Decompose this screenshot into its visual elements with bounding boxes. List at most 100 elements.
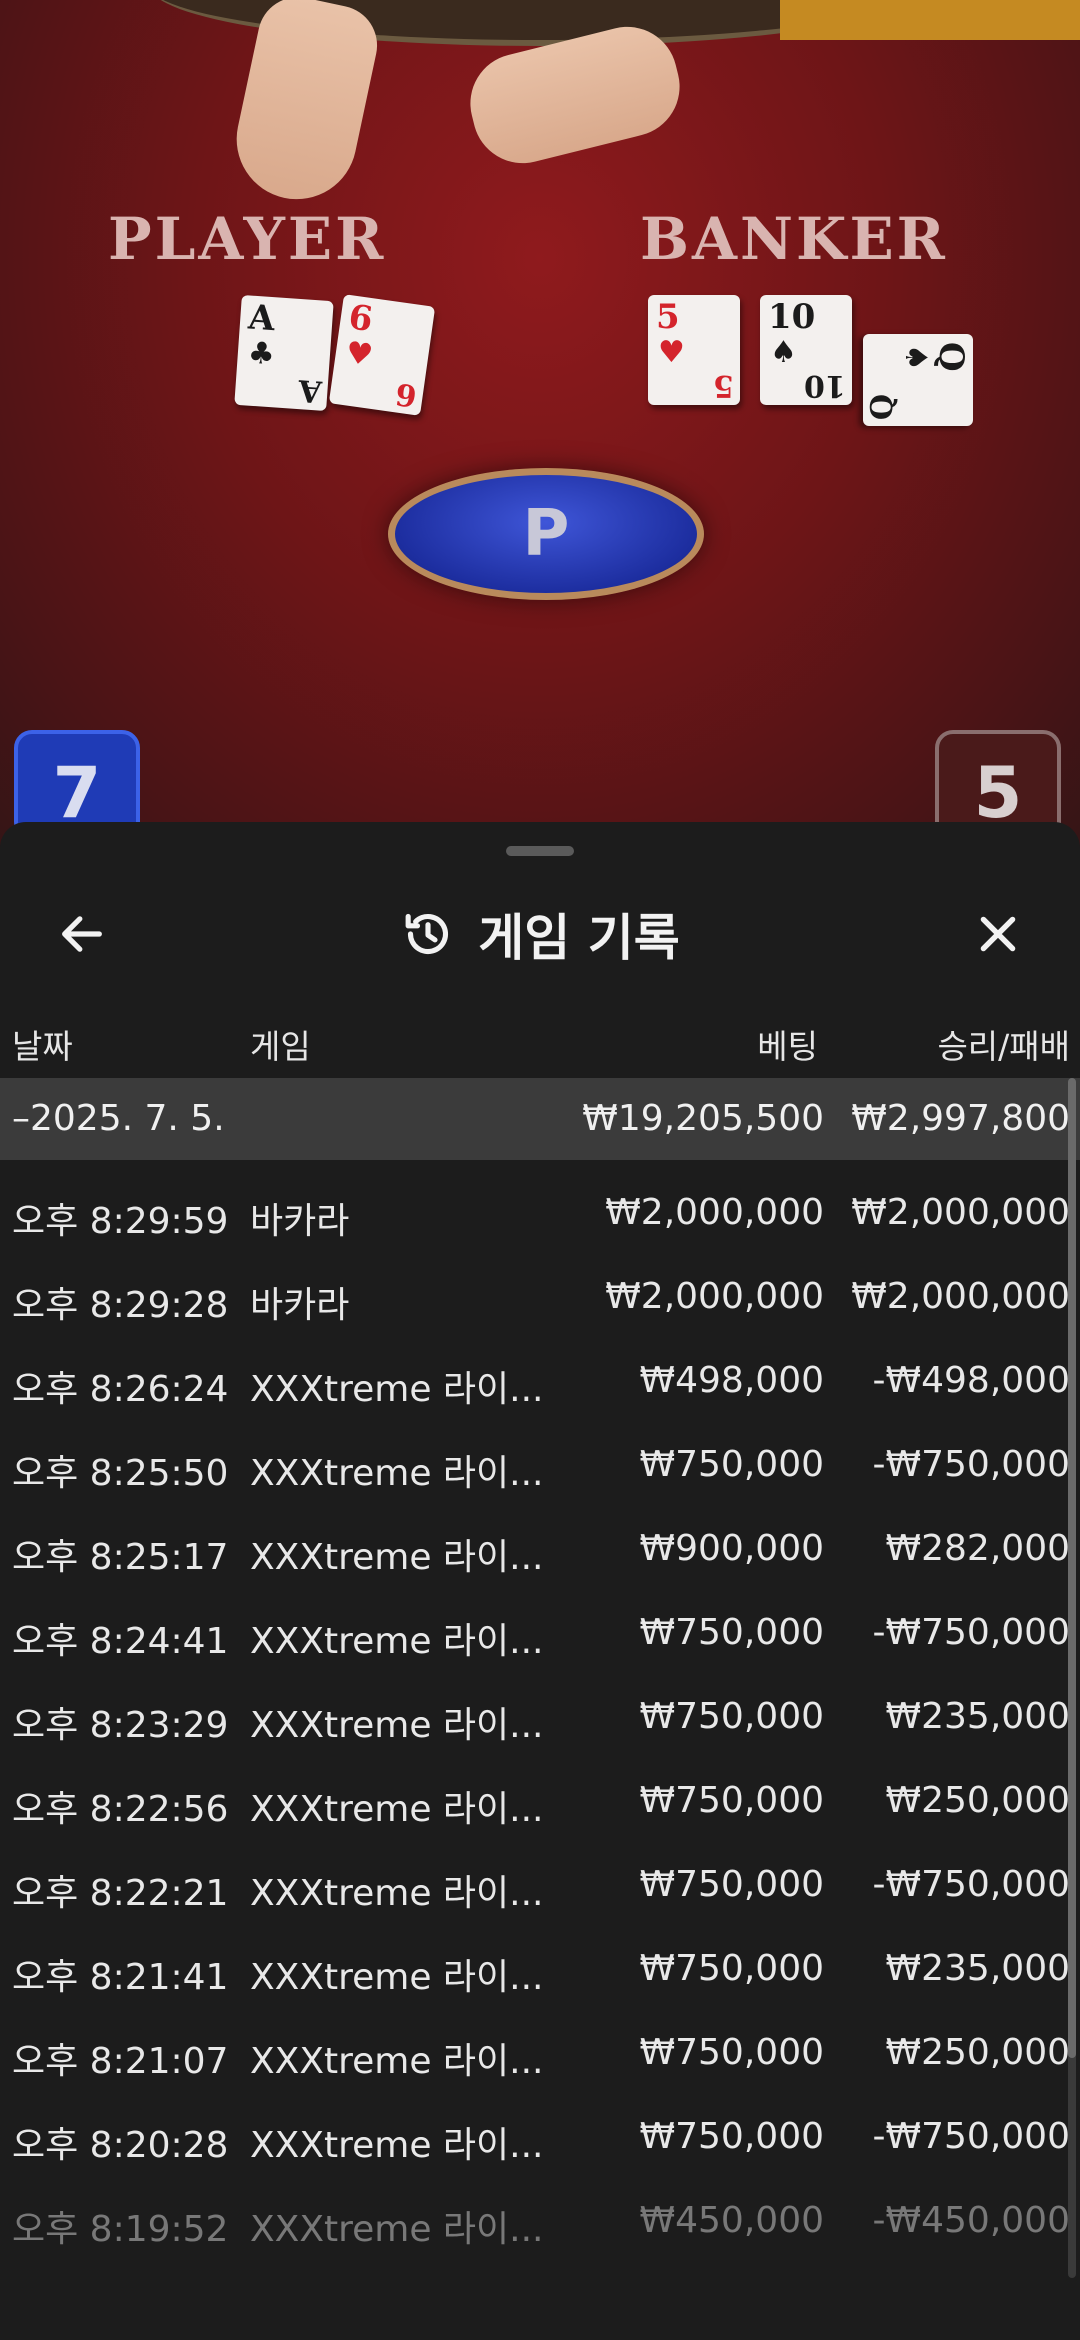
- history-row[interactable]: 오후 8:20:28 XXXtreme 라이... ₩750,000 -₩750…: [0, 2096, 1080, 2180]
- row-bet: ₩450,000: [639, 2200, 824, 2241]
- row-bet: ₩750,000: [639, 1696, 824, 1737]
- row-time: 오후 8:19:52: [12, 2209, 229, 2250]
- row-game: XXXtreme 라이...: [250, 1621, 544, 1662]
- history-row[interactable]: 오후 8:19:52 XXXtreme 라이... ₩450,000 -₩450…: [0, 2180, 1080, 2264]
- club-icon: ♣: [246, 335, 276, 373]
- spade-icon: ♠: [898, 344, 933, 371]
- row-game: 바카라: [250, 1201, 350, 1242]
- close-button[interactable]: [960, 896, 1036, 972]
- history-row[interactable]: 오후 8:22:56 XXXtreme 라이... ₩750,000 ₩250,…: [0, 1760, 1080, 1844]
- row-bet: ₩750,000: [639, 1864, 824, 1905]
- row-win-loss: -₩450,000: [872, 2200, 1070, 2241]
- row-time: 오후 8:23:29: [12, 1705, 229, 1746]
- history-row[interactable]: 오후 8:26:24 XXXtreme 라이... ₩498,000 -₩498…: [0, 1340, 1080, 1424]
- card-rank: A: [246, 297, 277, 340]
- row-game: XXXtreme 라이...: [250, 1873, 544, 1914]
- history-list: 오후 8:29:59 바카라 ₩2,000,000 ₩2,000,000 오후 …: [0, 1160, 1080, 2264]
- heart-icon: ♥: [343, 335, 376, 374]
- row-bet: ₩498,000: [639, 1360, 824, 1401]
- banker-card-3: Q ♠ Q: [863, 334, 973, 426]
- row-time: 오후 8:25:17: [12, 1537, 229, 1578]
- scrollbar[interactable]: [1068, 1078, 1076, 2278]
- row-game: XXXtreme 라이...: [250, 1537, 544, 1578]
- history-row[interactable]: 오후 8:21:07 XXXtreme 라이... ₩750,000 ₩250,…: [0, 2012, 1080, 2096]
- row-win-loss: -₩750,000: [872, 1612, 1070, 1653]
- player-card-1: A ♣ A: [234, 294, 334, 412]
- row-win-loss: ₩2,000,000: [851, 1192, 1070, 1233]
- card-rank-inverted: A: [296, 372, 323, 409]
- history-row[interactable]: 오후 8:24:41 XXXtreme 라이... ₩750,000 -₩750…: [0, 1592, 1080, 1676]
- row-win-loss: -₩750,000: [872, 1444, 1070, 1485]
- row-win-loss: ₩282,000: [885, 1528, 1070, 1569]
- sheet-header: 게임 기록: [0, 878, 1080, 988]
- summary-win-loss: ₩2,997,800: [851, 1098, 1070, 1139]
- table-header: 날짜 게임 베팅 승리/패배: [0, 1002, 1080, 1072]
- result-chip: P: [388, 468, 704, 600]
- drag-handle[interactable]: [506, 846, 574, 856]
- row-bet: ₩750,000: [639, 1780, 824, 1821]
- column-game: 게임: [250, 1027, 311, 1066]
- scroll-thumb[interactable]: [1068, 1078, 1076, 2058]
- row-game: XXXtreme 라이...: [250, 2041, 544, 2082]
- history-row[interactable]: 오후 8:21:41 XXXtreme 라이... ₩750,000 ₩235,…: [0, 1928, 1080, 2012]
- row-game: XXXtreme 라이...: [250, 1957, 544, 1998]
- player-label: PLAYER: [108, 205, 387, 273]
- dealer-left-hand: [225, 0, 385, 211]
- row-time: 오후 8:22:21: [12, 1873, 229, 1914]
- row-bet: ₩750,000: [639, 2032, 824, 2073]
- row-bet: ₩2,000,000: [605, 1276, 824, 1317]
- card-rank-inverted: 6: [393, 375, 420, 414]
- spade-icon: ♠: [770, 335, 797, 370]
- row-bet: ₩750,000: [639, 1444, 824, 1485]
- history-row[interactable]: 오후 8:29:59 바카라 ₩2,000,000 ₩2,000,000: [0, 1172, 1080, 1256]
- banker-label: BANKER: [640, 205, 948, 273]
- summary-bet: ₩19,205,500: [582, 1098, 824, 1139]
- row-time: 오후 8:25:50: [12, 1453, 229, 1494]
- row-time: 오후 8:21:07: [12, 2041, 229, 2082]
- row-win-loss: -₩750,000: [872, 2116, 1070, 2157]
- card-rank: Q: [931, 342, 971, 372]
- player-card-2: 6 ♥ 6: [328, 294, 436, 416]
- history-row[interactable]: 오후 8:22:21 XXXtreme 라이... ₩750,000 -₩750…: [0, 1844, 1080, 1928]
- day-summary-row[interactable]: –2025. 7. 5. ₩19,205,500 ₩2,997,800: [0, 1078, 1080, 1160]
- row-game: XXXtreme 라이...: [250, 1705, 544, 1746]
- row-win-loss: -₩498,000: [872, 1360, 1070, 1401]
- heart-icon: ♥: [658, 335, 685, 370]
- row-bet: ₩750,000: [639, 1948, 824, 1989]
- row-win-loss: ₩250,000: [885, 1780, 1070, 1821]
- column-bet: 베팅: [757, 1027, 818, 1066]
- row-win-loss: ₩250,000: [885, 2032, 1070, 2073]
- row-time: 오후 8:29:28: [12, 1285, 229, 1326]
- card-rank-inverted: Q: [865, 393, 900, 420]
- history-row[interactable]: 오후 8:29:28 바카라 ₩2,000,000 ₩2,000,000: [0, 1256, 1080, 1340]
- banker-card-1: 5 ♥ 5: [648, 295, 740, 405]
- card-rank-inverted: 5: [713, 368, 734, 403]
- close-icon: [980, 916, 1016, 952]
- card-rank: 6: [346, 297, 376, 341]
- row-bet: ₩750,000: [639, 2116, 824, 2157]
- row-game: 바카라: [250, 1285, 350, 1326]
- banker-card-2: 10 ♠ 10: [760, 295, 852, 405]
- row-win-loss: ₩2,000,000: [851, 1276, 1070, 1317]
- history-row[interactable]: 오후 8:23:29 XXXtreme 라이... ₩750,000 ₩235,…: [0, 1676, 1080, 1760]
- column-date: 날짜: [12, 1027, 73, 1066]
- summary-date: –2025. 7. 5.: [12, 1098, 225, 1139]
- row-bet: ₩900,000: [639, 1528, 824, 1569]
- sheet-title: 게임 기록: [478, 909, 680, 967]
- row-game: XXXtreme 라이...: [250, 1789, 544, 1830]
- row-win-loss: -₩750,000: [872, 1864, 1070, 1905]
- row-bet: ₩2,000,000: [605, 1192, 824, 1233]
- history-row[interactable]: 오후 8:25:50 XXXtreme 라이... ₩750,000 -₩750…: [0, 1424, 1080, 1508]
- card-rank: 10: [768, 297, 816, 337]
- history-row[interactable]: 오후 8:25:17 XXXtreme 라이... ₩900,000 ₩282,…: [0, 1508, 1080, 1592]
- card-rank: 5: [656, 297, 680, 337]
- game-history-sheet: 게임 기록 날짜 게임 베팅 승리/패배 –2025. 7. 5. ₩19,20…: [0, 822, 1080, 2340]
- result-letter: P: [522, 497, 570, 571]
- row-game: XXXtreme 라이...: [250, 1453, 544, 1494]
- row-time: 오후 8:21:41: [12, 1957, 229, 1998]
- row-win-loss: ₩235,000: [885, 1948, 1070, 1989]
- row-game: XXXtreme 라이...: [250, 1369, 544, 1410]
- sheet-title-group: 게임 기록: [0, 896, 1080, 972]
- history-icon: [405, 913, 449, 955]
- column-win-loss: 승리/패배: [937, 1027, 1070, 1066]
